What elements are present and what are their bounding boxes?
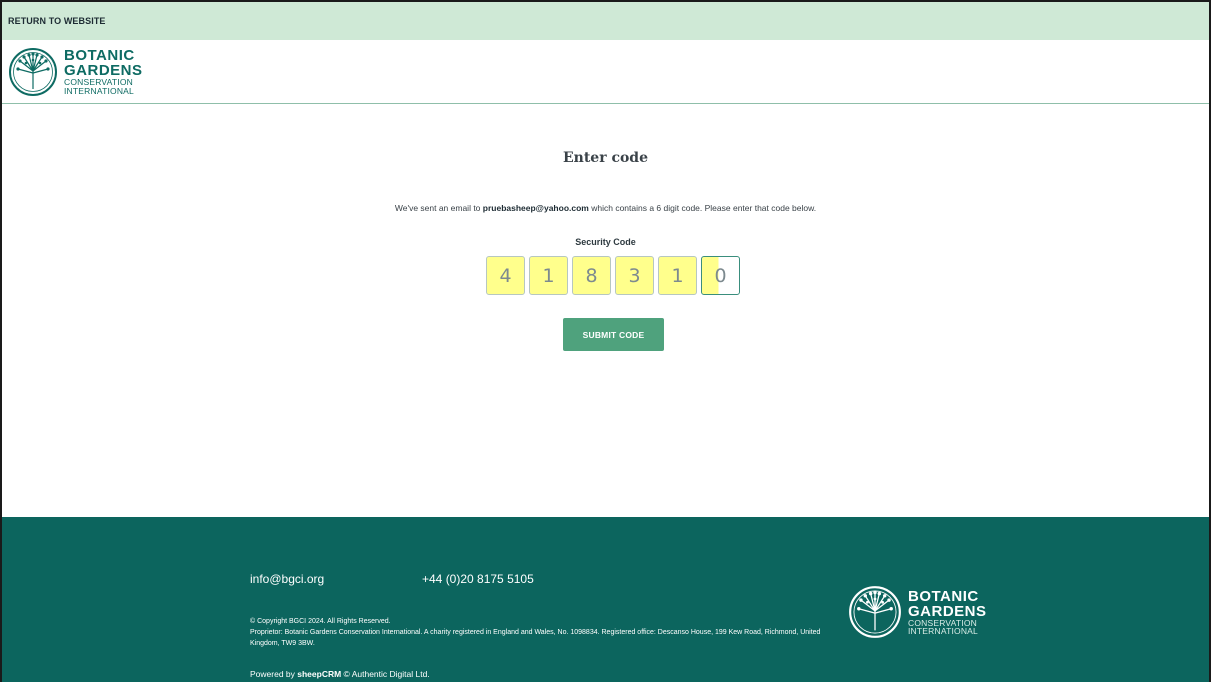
powered-suffix: © Authentic Digital Ltd. (341, 669, 430, 679)
footer-logo-wordmark: BOTANIC GARDENS CONSERVATION INTERNATION… (908, 589, 987, 636)
message-prefix: We've sent an email to (394, 203, 483, 213)
return-to-website-link[interactable]: RETURN TO WEBSITE (8, 16, 106, 26)
code-digit-6[interactable]: 0 (701, 256, 740, 295)
footer-copyright: © Copyright BGCI 2024. All Rights Reserv… (250, 618, 391, 625)
top-bar: RETURN TO WEBSITE (2, 2, 1209, 40)
code-digit-3[interactable]: 8 (572, 256, 611, 295)
security-code-label: Security Code (575, 237, 636, 247)
logo-wordmark: BOTANIC GARDENS CONSERVATION INTERNATION… (64, 48, 143, 95)
footer-logo-line-4: INTERNATIONAL (908, 626, 978, 636)
site-header: BOTANIC GARDENS CONSERVATION INTERNATION… (2, 40, 1209, 104)
site-footer: info@bgci.org +44 (0)20 8175 5105 © Copy… (2, 517, 1209, 682)
logo-line-2: GARDENS (64, 62, 143, 79)
footer-email-link[interactable]: info@bgci.org (250, 572, 324, 586)
powered-prefix: Powered by (250, 669, 298, 679)
code-entry-section: Enter code We've sent an email to prueba… (2, 105, 1209, 517)
footer-proprietor-info: Proprietor: Botanic Gardens Conservation… (250, 629, 821, 647)
instruction-message: We've sent an email to pruebasheep@yahoo… (2, 203, 1209, 213)
code-digit-4[interactable]: 3 (615, 256, 654, 295)
code-digit-2[interactable]: 1 (529, 256, 568, 295)
logo-line-1: BOTANIC (64, 47, 135, 64)
footer-phone: +44 (0)20 8175 5105 (422, 572, 534, 586)
code-digit-5[interactable]: 1 (658, 256, 697, 295)
footer-bgci-logo[interactable]: BOTANIC GARDENS CONSERVATION INTERNATION… (848, 585, 987, 639)
tree-emblem-icon (9, 47, 57, 96)
security-code-inputs: 4 1 8 3 1 0 (486, 256, 740, 295)
powered-brand-link[interactable]: sheepCRM (297, 669, 341, 679)
code-digit-1[interactable]: 4 (486, 256, 525, 295)
submit-code-button[interactable]: SUBMIT CODE (563, 318, 664, 351)
footer-logo-line-2: GARDENS (908, 602, 987, 620)
message-suffix: which contains a 6 digit code. Please en… (588, 203, 817, 213)
tree-emblem-icon (849, 586, 901, 638)
page-title: Enter code (562, 150, 649, 166)
email-address: pruebasheep@yahoo.com (482, 203, 589, 213)
logo-line-4: INTERNATIONAL (64, 85, 134, 96)
footer-logo-line-1: BOTANIC (908, 587, 979, 605)
bgci-logo[interactable]: BOTANIC GARDENS CONSERVATION INTERNATION… (8, 47, 143, 97)
footer-powered-by: Powered by sheepCRM © Authentic Digital … (250, 669, 430, 679)
